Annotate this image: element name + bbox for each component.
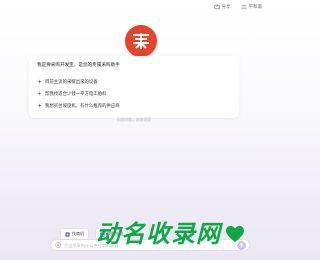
share-label: 分享 bbox=[221, 5, 231, 10]
app-logo bbox=[125, 25, 157, 57]
intro-card: 我是要采购开发宝，是您的专属采购助手 目前主流的采暖出来的设备 帮我找适合少钱一… bbox=[29, 56, 239, 118]
chip-label: 找配先图 bbox=[107, 231, 123, 236]
suggestion-item[interactable]: 帮我找适合少钱一平方电工拍料 bbox=[37, 89, 231, 98]
top-bar: 分享 平和渐 bbox=[213, 4, 263, 10]
spark-icon bbox=[37, 103, 42, 108]
hint-text: 问我问题，说说我家 bbox=[116, 117, 152, 122]
suggestion-label: 帮我找适合少钱一平方电工拍料 bbox=[45, 91, 107, 97]
chip-label: 找商机 bbox=[72, 231, 84, 236]
chat-input-bar bbox=[50, 239, 250, 251]
suggestion-label: 我想买台坡旋机，有什么推荐的供应商 bbox=[45, 103, 120, 109]
greeting-text: 我是要采购开发宝，是您的专属采购助手 bbox=[37, 63, 120, 68]
spark-icon bbox=[37, 91, 42, 96]
suggestion-item[interactable]: 我想买台坡旋机，有什么推荐的供应商 bbox=[37, 101, 231, 110]
menu-label: 平和渐 bbox=[248, 5, 263, 10]
sparkle-icon bbox=[65, 231, 70, 237]
share-button[interactable]: 分享 bbox=[213, 4, 231, 10]
image-icon bbox=[100, 231, 105, 237]
spark-icon bbox=[37, 79, 42, 84]
share-icon bbox=[213, 4, 220, 10]
menu-icon bbox=[241, 4, 247, 10]
send-icon bbox=[239, 242, 244, 247]
suggestion-item[interactable]: 目前主流的采暖出来的设备 bbox=[37, 77, 231, 86]
suggestion-label: 目前主流的采暖出来的设备 bbox=[45, 79, 98, 85]
logo-glyph-icon bbox=[133, 33, 149, 49]
menu-button[interactable]: 平和渐 bbox=[241, 4, 263, 10]
chat-input[interactable] bbox=[61, 240, 237, 250]
attach-icon[interactable] bbox=[54, 242, 61, 249]
send-button[interactable] bbox=[237, 240, 246, 250]
